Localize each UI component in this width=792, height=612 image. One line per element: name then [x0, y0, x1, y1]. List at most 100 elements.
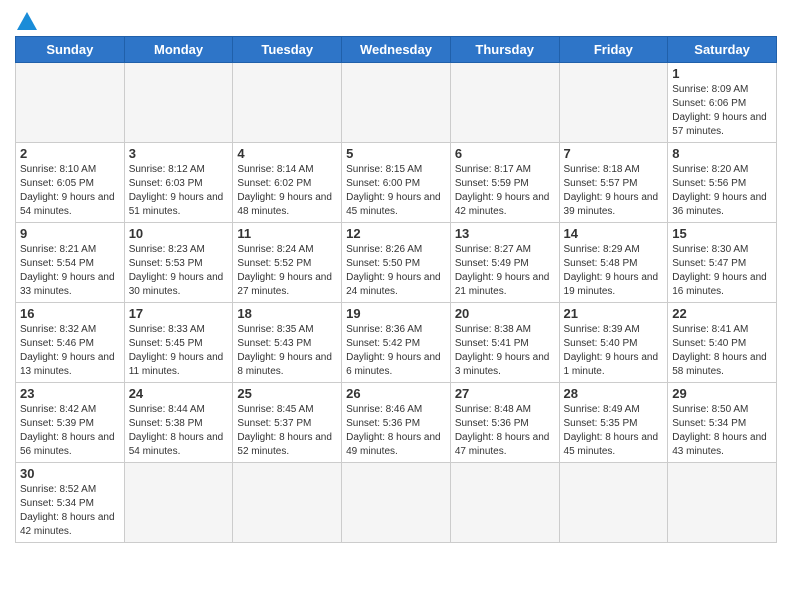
day-info: Sunrise: 8:29 AM Sunset: 5:48 PM Dayligh…: [564, 243, 664, 299]
day-number: 11: [237, 226, 337, 241]
day-number: 23: [20, 386, 120, 401]
day-cell: 10 Sunrise: 8:23 AM Sunset: 5:53 PM Dayli…: [124, 223, 233, 303]
day-number: 18: [237, 306, 337, 321]
week-row-2: 2 Sunrise: 8:10 AM Sunset: 6:05 PM Daylig…: [16, 143, 777, 223]
day-cell: [124, 63, 233, 143]
day-number: 13: [455, 226, 555, 241]
day-info: Sunrise: 8:15 AM Sunset: 6:00 PM Dayligh…: [346, 163, 446, 219]
day-number: 7: [564, 146, 664, 161]
day-cell: [559, 463, 668, 543]
day-info: Sunrise: 8:32 AM Sunset: 5:46 PM Dayligh…: [20, 323, 120, 379]
day-cell: 19Sunrise: 8:36 AM Sunset: 5:42 PM Dayli…: [342, 303, 451, 383]
day-cell: 2 Sunrise: 8:10 AM Sunset: 6:05 PM Daylig…: [16, 143, 125, 223]
day-number: 25: [237, 386, 337, 401]
day-number: 4: [237, 146, 337, 161]
day-number: 30: [20, 466, 120, 481]
day-cell: 18Sunrise: 8:35 AM Sunset: 5:43 PM Dayli…: [233, 303, 342, 383]
day-info: Sunrise: 8:41 AM Sunset: 5:40 PM Dayligh…: [672, 323, 772, 379]
day-cell: 1 Sunrise: 8:09 AM Sunset: 6:06 PM Daylig…: [668, 63, 777, 143]
day-info: Sunrise: 8:21 AM Sunset: 5:54 PM Dayligh…: [20, 243, 120, 299]
week-row-4: 16 Sunrise: 8:32 AM Sunset: 5:46 PM Dayli…: [16, 303, 777, 383]
day-cell: 30Sunrise: 8:52 AM Sunset: 5:34 PM Dayli…: [16, 463, 125, 543]
day-number: 10: [129, 226, 229, 241]
day-info: Sunrise: 8:42 AM Sunset: 5:39 PM Dayligh…: [20, 403, 120, 459]
day-number: 2: [20, 146, 120, 161]
weekday-header-wednesday: Wednesday: [342, 37, 451, 63]
day-info: Sunrise: 8:38 AM Sunset: 5:41 PM Dayligh…: [455, 323, 555, 379]
day-cell: 20 Sunrise: 8:38 AM Sunset: 5:41 PM Dayli…: [450, 303, 559, 383]
day-number: 20: [455, 306, 555, 321]
day-info: Sunrise: 8:24 AM Sunset: 5:52 PM Dayligh…: [237, 243, 337, 299]
day-cell: 12Sunrise: 8:26 AM Sunset: 5:50 PM Dayli…: [342, 223, 451, 303]
day-info: Sunrise: 8:30 AM Sunset: 5:47 PM Dayligh…: [672, 243, 772, 299]
day-cell: [450, 63, 559, 143]
day-cell: [342, 463, 451, 543]
day-cell: 27 Sunrise: 8:48 AM Sunset: 5:36 PM Dayli…: [450, 383, 559, 463]
day-info: Sunrise: 8:44 AM Sunset: 5:38 PM Dayligh…: [129, 403, 229, 459]
weekday-header-monday: Monday: [124, 37, 233, 63]
day-cell: 9 Sunrise: 8:21 AM Sunset: 5:54 PM Daylig…: [16, 223, 125, 303]
day-cell: 14 Sunrise: 8:29 AM Sunset: 5:48 PM Dayli…: [559, 223, 668, 303]
day-cell: 4Sunrise: 8:14 AM Sunset: 6:02 PM Daylig…: [233, 143, 342, 223]
day-cell: 26 Sunrise: 8:46 AM Sunset: 5:36 PM Dayli…: [342, 383, 451, 463]
day-cell: 13Sunrise: 8:27 AM Sunset: 5:49 PM Dayli…: [450, 223, 559, 303]
day-cell: 21 Sunrise: 8:39 AM Sunset: 5:40 PM Dayli…: [559, 303, 668, 383]
day-info: Sunrise: 8:20 AM Sunset: 5:56 PM Dayligh…: [672, 163, 772, 219]
day-number: 3: [129, 146, 229, 161]
day-cell: [233, 463, 342, 543]
day-number: 8: [672, 146, 772, 161]
day-number: 15: [672, 226, 772, 241]
weekday-header-tuesday: Tuesday: [233, 37, 342, 63]
day-info: Sunrise: 8:46 AM Sunset: 5:36 PM Dayligh…: [346, 403, 446, 459]
weekday-header-sunday: Sunday: [16, 37, 125, 63]
header: [15, 10, 777, 30]
day-info: Sunrise: 8:23 AM Sunset: 5:53 PM Dayligh…: [129, 243, 229, 299]
day-cell: 16 Sunrise: 8:32 AM Sunset: 5:46 PM Dayli…: [16, 303, 125, 383]
day-info: Sunrise: 8:09 AM Sunset: 6:06 PM Dayligh…: [672, 83, 772, 139]
day-info: Sunrise: 8:39 AM Sunset: 5:40 PM Dayligh…: [564, 323, 664, 379]
calendar: SundayMondayTuesdayWednesdayThursdayFrid…: [15, 36, 777, 543]
day-cell: 6Sunrise: 8:17 AM Sunset: 5:59 PM Daylig…: [450, 143, 559, 223]
day-number: 14: [564, 226, 664, 241]
day-cell: 22Sunrise: 8:41 AM Sunset: 5:40 PM Dayli…: [668, 303, 777, 383]
weekday-header-saturday: Saturday: [668, 37, 777, 63]
day-info: Sunrise: 8:26 AM Sunset: 5:50 PM Dayligh…: [346, 243, 446, 299]
day-cell: 23 Sunrise: 8:42 AM Sunset: 5:39 PM Dayli…: [16, 383, 125, 463]
day-number: 26: [346, 386, 446, 401]
day-number: 5: [346, 146, 446, 161]
day-cell: [233, 63, 342, 143]
day-cell: 25 Sunrise: 8:45 AM Sunset: 5:37 PM Dayli…: [233, 383, 342, 463]
day-number: 16: [20, 306, 120, 321]
weekday-header-friday: Friday: [559, 37, 668, 63]
day-cell: [668, 463, 777, 543]
day-number: 1: [672, 66, 772, 81]
day-number: 28: [564, 386, 664, 401]
day-number: 17: [129, 306, 229, 321]
day-number: 9: [20, 226, 120, 241]
day-info: Sunrise: 8:45 AM Sunset: 5:37 PM Dayligh…: [237, 403, 337, 459]
day-info: Sunrise: 8:33 AM Sunset: 5:45 PM Dayligh…: [129, 323, 229, 379]
day-cell: 17 Sunrise: 8:33 AM Sunset: 5:45 PM Dayli…: [124, 303, 233, 383]
day-cell: 5 Sunrise: 8:15 AM Sunset: 6:00 PM Daylig…: [342, 143, 451, 223]
day-cell: 3 Sunrise: 8:12 AM Sunset: 6:03 PM Daylig…: [124, 143, 233, 223]
day-number: 24: [129, 386, 229, 401]
day-info: Sunrise: 8:17 AM Sunset: 5:59 PM Dayligh…: [455, 163, 555, 219]
day-info: Sunrise: 8:10 AM Sunset: 6:05 PM Dayligh…: [20, 163, 120, 219]
weekday-header-row: SundayMondayTuesdayWednesdayThursdayFrid…: [16, 37, 777, 63]
day-number: 19: [346, 306, 446, 321]
week-row-1: 1 Sunrise: 8:09 AM Sunset: 6:06 PM Daylig…: [16, 63, 777, 143]
day-number: 29: [672, 386, 772, 401]
day-cell: [559, 63, 668, 143]
logo-icon: [17, 12, 37, 30]
day-cell: 28 Sunrise: 8:49 AM Sunset: 5:35 PM Dayli…: [559, 383, 668, 463]
day-info: Sunrise: 8:12 AM Sunset: 6:03 PM Dayligh…: [129, 163, 229, 219]
day-cell: 8 Sunrise: 8:20 AM Sunset: 5:56 PM Daylig…: [668, 143, 777, 223]
day-cell: 15 Sunrise: 8:30 AM Sunset: 5:47 PM Dayli…: [668, 223, 777, 303]
day-number: 27: [455, 386, 555, 401]
day-info: Sunrise: 8:50 AM Sunset: 5:34 PM Dayligh…: [672, 403, 772, 459]
week-row-5: 23 Sunrise: 8:42 AM Sunset: 5:39 PM Dayli…: [16, 383, 777, 463]
day-info: Sunrise: 8:48 AM Sunset: 5:36 PM Dayligh…: [455, 403, 555, 459]
day-cell: 7Sunrise: 8:18 AM Sunset: 5:57 PM Daylig…: [559, 143, 668, 223]
day-info: Sunrise: 8:49 AM Sunset: 5:35 PM Dayligh…: [564, 403, 664, 459]
day-number: 21: [564, 306, 664, 321]
